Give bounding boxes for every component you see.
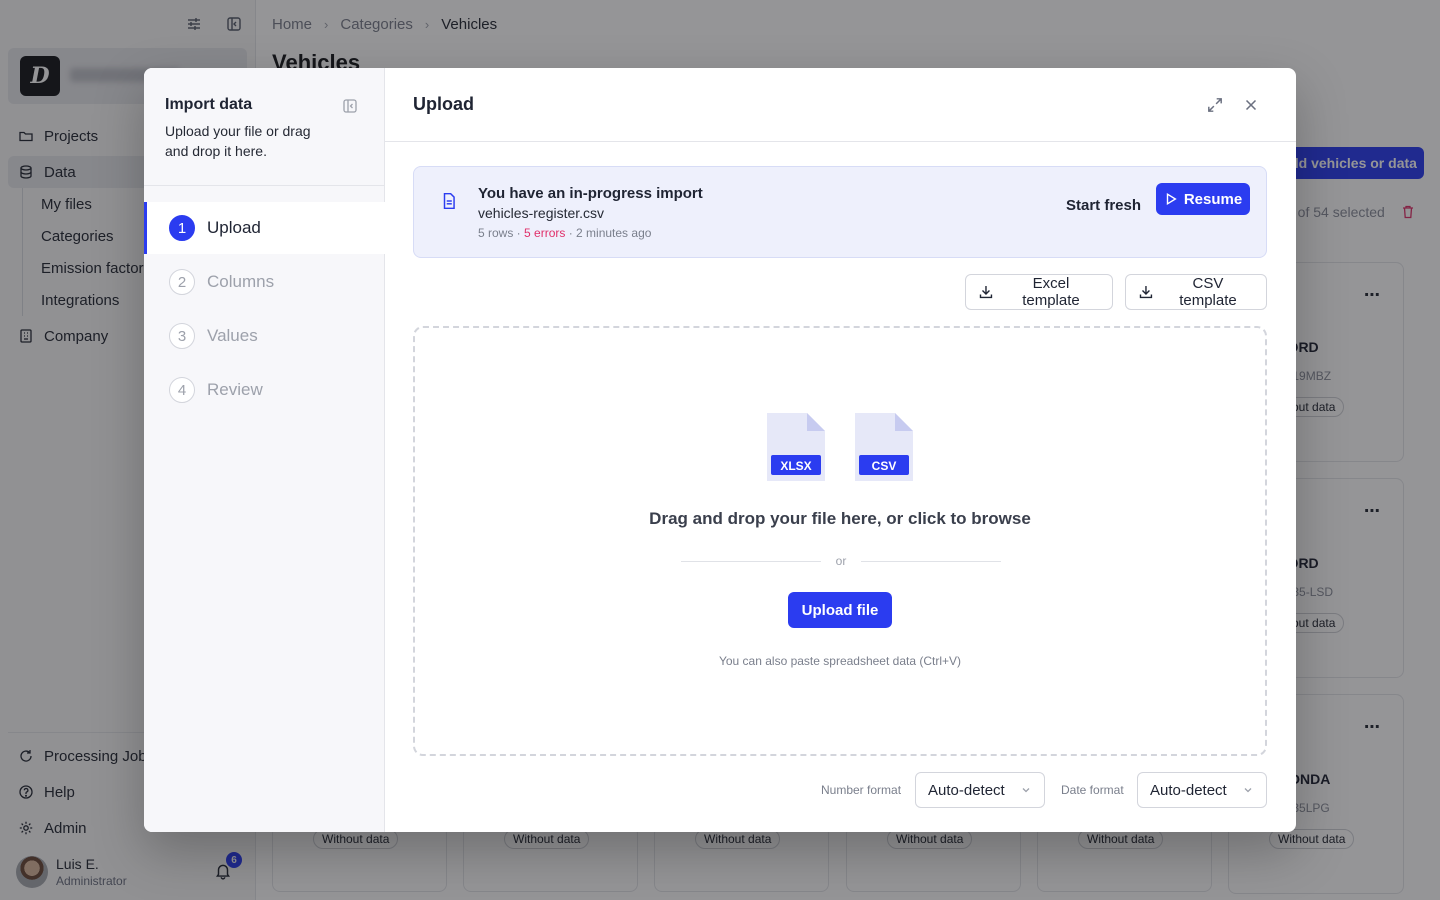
modal-content: Upload You have an in-progress import ve…: [385, 68, 1296, 832]
number-format-select[interactable]: Auto-detect: [915, 772, 1045, 808]
or-text: or: [835, 554, 847, 568]
steps-panel: Import data Upload your file or drag and…: [144, 68, 385, 832]
number-format-value: Auto-detect: [928, 781, 1005, 799]
chevron-down-icon: [1022, 788, 1030, 793]
file-dropzone[interactable]: XLSX CSV Drag and drop your file here, o…: [413, 326, 1267, 756]
step-number: 3: [169, 323, 195, 349]
resume-label: Resume: [1183, 190, 1243, 208]
document-icon: [443, 192, 455, 210]
date-format-label: Date format: [1061, 783, 1124, 797]
banner-title: You have an in-progress import: [478, 185, 703, 202]
play-icon: [1166, 192, 1177, 206]
step-number: 2: [169, 269, 195, 295]
start-fresh-button[interactable]: Start fresh: [1062, 189, 1145, 221]
step-label: Values: [207, 326, 258, 345]
step-values[interactable]: 3 Values: [144, 310, 385, 362]
step-review[interactable]: 4 Review: [144, 364, 385, 416]
steps-subtitle: Upload your file or drag and drop it her…: [165, 123, 311, 159]
paste-hint: You can also paste spreadsheet data (Ctr…: [718, 654, 962, 668]
steps-divider: [144, 185, 385, 186]
excel-template-button[interactable]: Excel template: [965, 274, 1113, 310]
svg-text:XLSX: XLSX: [780, 459, 811, 473]
banner-filename: vehicles-register.csv: [478, 205, 605, 221]
upload-file-button[interactable]: Upload file: [788, 592, 892, 628]
step-columns[interactable]: 2 Columns: [144, 256, 385, 308]
step-label: Review: [207, 380, 263, 399]
in-progress-banner: You have an in-progress import vehicles-…: [413, 166, 1267, 258]
modal-header: Upload: [385, 68, 1296, 142]
error-count: 5 errors: [524, 226, 566, 240]
import-modal: Import data Upload your file or drag and…: [144, 68, 1296, 832]
download-icon: [1139, 286, 1153, 299]
banner-meta: 5 rows · 5 errors · 2 minutes ago: [478, 226, 652, 240]
step-upload[interactable]: 1 Upload: [144, 202, 385, 254]
or-divider: or: [681, 554, 1001, 570]
dropzone-text: Drag and drop your file here, or click t…: [649, 509, 1031, 528]
date-format-select[interactable]: Auto-detect: [1137, 772, 1267, 808]
svg-text:CSV: CSV: [872, 459, 897, 473]
step-number: 4: [169, 377, 195, 403]
steps-title: Import data: [165, 96, 253, 113]
modal-title: Upload: [413, 94, 474, 114]
csv-file-icon: CSV: [855, 413, 913, 481]
number-format-label: Number format: [821, 783, 902, 797]
download-icon: [979, 286, 993, 299]
step-number: 1: [169, 215, 195, 241]
xlsx-file-icon: XLSX: [767, 413, 825, 481]
resume-button[interactable]: Resume: [1156, 183, 1250, 215]
expand-icon[interactable]: [1206, 96, 1224, 114]
collapse-panel-icon[interactable]: [342, 98, 358, 114]
date-format-value: Auto-detect: [1150, 781, 1227, 799]
step-label: Columns: [207, 272, 275, 291]
excel-template-label: Excel template: [1022, 275, 1080, 309]
close-icon[interactable]: [1242, 96, 1260, 114]
csv-template-button[interactable]: CSV template: [1125, 274, 1267, 310]
csv-template-label: CSV template: [1179, 275, 1237, 309]
banner-time: 2 minutes ago: [576, 226, 652, 240]
step-label: Upload: [207, 218, 261, 237]
chevron-down-icon: [1244, 788, 1252, 793]
row-count: 5 rows: [478, 226, 514, 240]
